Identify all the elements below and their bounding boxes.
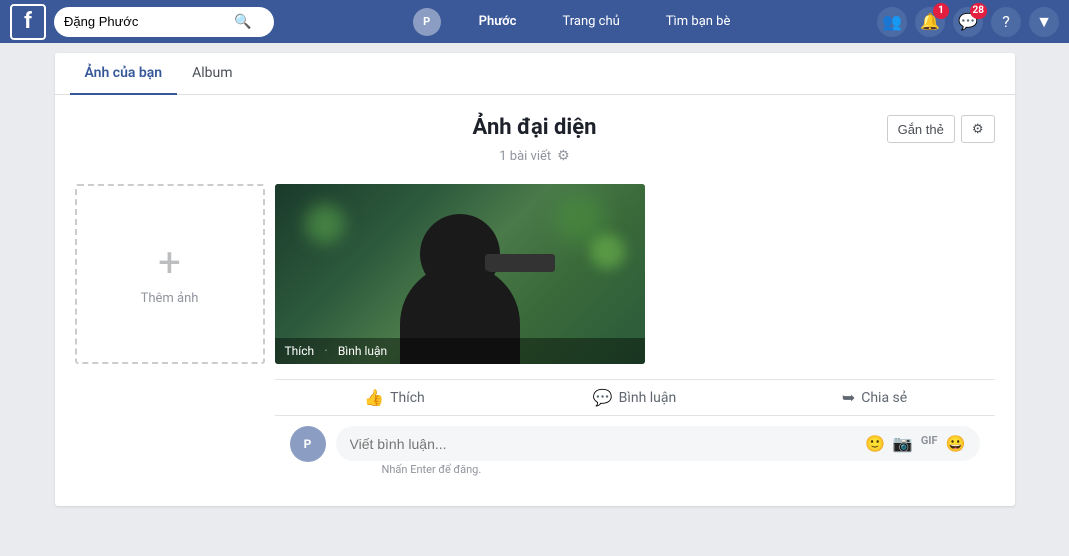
main-wrapper: Ảnh của bạn Album Gắn thẻ ⚙ Ảnh đại diện… <box>0 43 1069 556</box>
interaction-bar: 👍 Thích 💬 Bình luận ➥ Chia sẻ <box>275 379 995 416</box>
album-actions: Gắn thẻ ⚙ <box>887 115 995 143</box>
album-title: Ảnh đại diện <box>75 115 995 140</box>
message-badge: 28 <box>970 3 987 19</box>
search-icon[interactable]: 🔍 <box>234 14 251 30</box>
notification-icon-btn[interactable]: 🔔 1 <box>915 7 945 37</box>
search-input[interactable] <box>64 14 234 29</box>
people-icon: 👥 <box>882 12 902 31</box>
camera-icon[interactable]: 📷 <box>893 434 913 453</box>
facebook-logo[interactable]: f <box>10 4 46 40</box>
post-count: 1 bài viết <box>499 149 551 164</box>
main-content: Ảnh của bạn Album Gắn thẻ ⚙ Ảnh đại diện… <box>55 53 1015 506</box>
overlay-separator: · <box>324 343 328 359</box>
photo-grid: + Thêm ảnh <box>55 174 1015 506</box>
album-header: Gắn thẻ ⚙ Ảnh đại diện 1 bài viết ⚙ <box>55 95 1015 174</box>
photo-tabs: Ảnh của bạn Album <box>55 53 1015 95</box>
emoji-icon[interactable]: 🙂 <box>865 434 885 453</box>
comment-input-wrapper[interactable]: 🙂 📷 GIF 😀 <box>336 426 980 461</box>
settings-button[interactable]: ⚙ <box>961 115 995 143</box>
comment-area: P 🙂 📷 GIF 😀 Nhấn <box>275 416 995 496</box>
comment-input[interactable] <box>350 436 865 452</box>
header: f 🔍 P Phước Trang chủ Tìm bạn bè 👥 🔔 1 💬… <box>0 0 1069 43</box>
nav-username[interactable]: Phước <box>471 10 525 33</box>
bokeh-1 <box>305 204 345 244</box>
share-label: Chia sẻ <box>861 390 907 406</box>
bokeh-3 <box>590 234 625 269</box>
share-icon: ➥ <box>842 388 855 407</box>
header-nav: P Phước Trang chủ Tìm bạn bè <box>274 8 877 36</box>
comment-button[interactable]: 💬 Bình luận <box>515 380 755 415</box>
main-photo-container: ✎ <box>275 184 995 496</box>
like-label: Thích <box>390 390 425 406</box>
dropdown-icon-btn[interactable]: ▼ <box>1029 7 1059 37</box>
nav-friends[interactable]: Tìm bạn bè <box>658 10 739 33</box>
add-photo-box[interactable]: + Thêm ảnh <box>75 184 265 364</box>
question-icon: ? <box>1002 12 1010 31</box>
content-area: Ảnh của bạn Album Gắn thẻ ⚙ Ảnh đại diện… <box>45 43 1025 516</box>
commenter-avatar: P <box>290 426 326 462</box>
main-photo[interactable]: ✎ <box>275 184 645 364</box>
notification-badge: 1 <box>933 3 949 19</box>
tab-albums[interactable]: Album <box>177 53 247 95</box>
user-avatar-header[interactable]: P <box>413 8 441 36</box>
header-right-actions: 👥 🔔 1 💬 28 ? ▼ <box>877 7 1059 37</box>
share-button[interactable]: ➥ Chia sẻ <box>755 380 995 415</box>
people-icon-btn[interactable]: 👥 <box>877 7 907 37</box>
comment-icon: 💬 <box>593 388 613 407</box>
album-meta: 1 bài viết ⚙ <box>75 148 995 164</box>
message-icon-btn[interactable]: 💬 28 <box>953 7 983 37</box>
photo-image <box>275 184 645 364</box>
tag-button[interactable]: Gắn thẻ <box>887 115 955 143</box>
comment-input-container: 🙂 📷 GIF 😀 Nhấn Enter để đăng. <box>336 426 980 486</box>
like-icon: 👍 <box>364 388 384 407</box>
add-photo-label: Thêm ảnh <box>141 291 199 306</box>
photo-overlay-toolbar: Thích · Bình luận <box>275 338 645 364</box>
comment-label: Bình luận <box>619 390 677 406</box>
tab-your-photos[interactable]: Ảnh của bạn <box>70 53 178 95</box>
gif-icon[interactable]: GIF <box>921 434 938 453</box>
like-button[interactable]: 👍 Thích <box>275 380 515 415</box>
nav-home[interactable]: Trang chủ <box>554 10 627 33</box>
add-icon: + <box>158 243 181 283</box>
overlay-comment[interactable]: Bình luận <box>338 344 387 358</box>
overlay-like[interactable]: Thích <box>285 344 315 358</box>
comment-emoji-icons: 🙂 📷 GIF 😀 <box>865 434 966 453</box>
album-gear-icon[interactable]: ⚙ <box>557 148 570 164</box>
sunglasses <box>485 254 555 272</box>
sticker-icon[interactable]: 😀 <box>946 434 966 453</box>
chevron-down-icon: ▼ <box>1036 12 1052 32</box>
search-bar[interactable]: 🔍 <box>54 7 274 37</box>
comment-hint: Nhấn Enter để đăng. <box>336 463 980 486</box>
help-icon-btn[interactable]: ? <box>991 7 1021 37</box>
